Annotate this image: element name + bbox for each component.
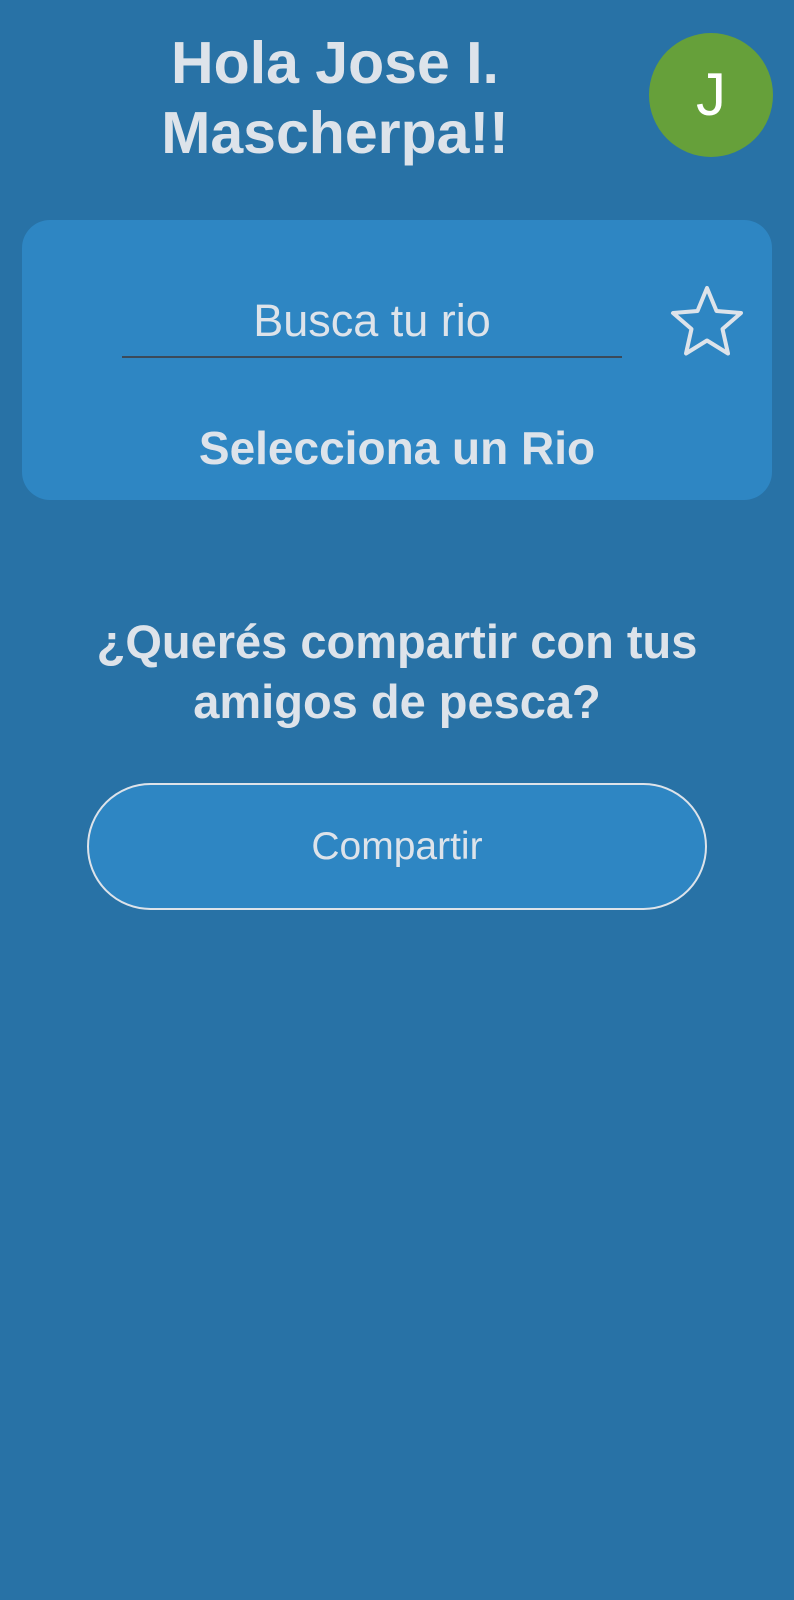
river-search-card: Selecciona un Rio [22, 220, 772, 500]
share-question: ¿Querés compartir con tus amigos de pesc… [96, 615, 698, 728]
user-avatar[interactable]: J [649, 33, 773, 157]
select-river-label: Selecciona un Rio [198, 422, 596, 474]
star-outline-icon [671, 286, 743, 356]
share-button[interactable]: Compartir [87, 783, 707, 910]
greeting-title: Hola Jose I. Mascherpa!! [161, 30, 509, 166]
river-search-input[interactable] [122, 286, 622, 358]
favorite-star-button[interactable] [667, 282, 747, 362]
header: Hola Jose I. Mascherpa!! J [0, 0, 794, 200]
